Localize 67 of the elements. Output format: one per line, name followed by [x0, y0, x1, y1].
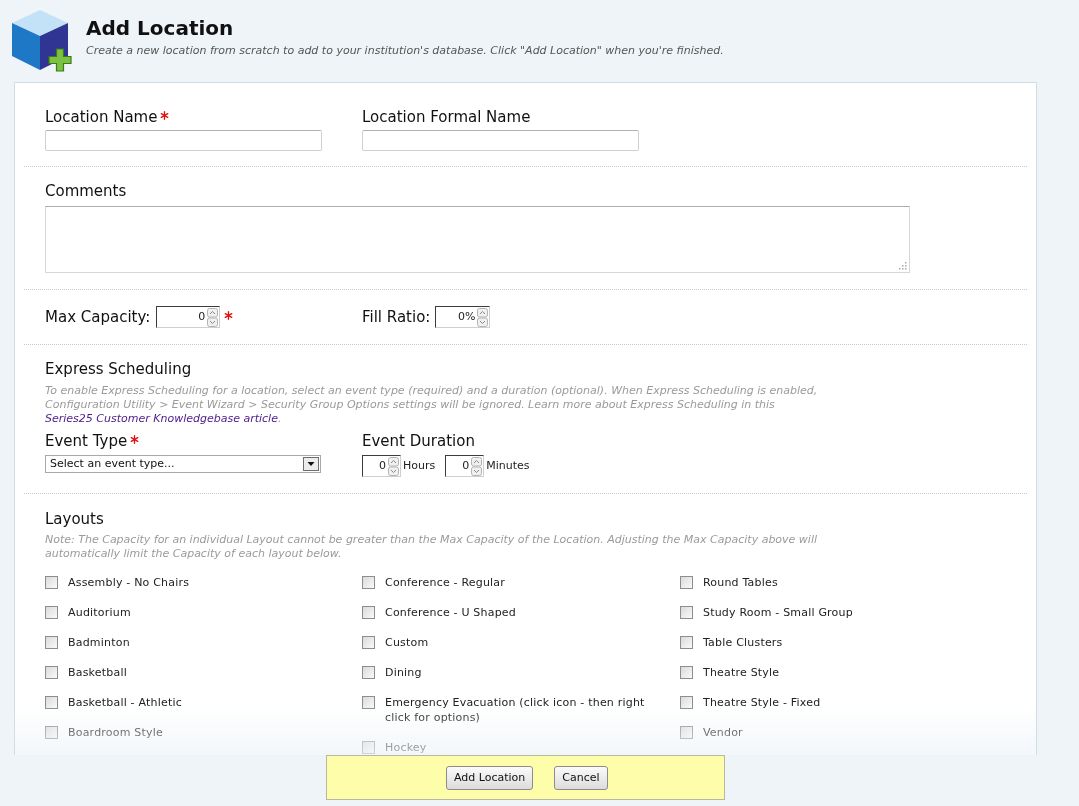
field-label: Comments [45, 183, 127, 199]
express-scheduling-note: To enable Express Scheduling for a location, select an event type (required) and a duration (optional). When Express Scheduling is enabled, Configuration Utility > Event Wizard > Security Group Options settings will be ignored. Learn more about Express Scheduling in this Series25 Customer Knowledgebase article. [45, 384, 819, 426]
checkbox-label[interactable]: Basketball - Athletic [68, 695, 182, 710]
field-label: Max Capacity: [45, 309, 151, 325]
number-spinner[interactable]: 0 [362, 455, 401, 477]
text-field[interactable] [45, 130, 322, 151]
checkbox[interactable] [362, 576, 375, 589]
checkbox[interactable] [362, 606, 375, 619]
spin-arrows-icon[interactable] [388, 456, 399, 476]
checkbox-label[interactable]: Dining [385, 665, 422, 680]
checkbox-label[interactable]: Basketball [68, 665, 127, 680]
checkbox-label[interactable]: Custom [385, 635, 429, 650]
unit-label: Hours [403, 459, 436, 473]
page-subtitle: Create a new location from scratch to add to your institution's database. Click "Add Location" when you're finished. [86, 44, 724, 58]
checkbox[interactable] [45, 636, 58, 649]
checkbox-label[interactable]: Vendor [703, 725, 743, 740]
checkbox[interactable] [45, 606, 58, 619]
checkbox-label[interactable]: Round Tables [703, 575, 778, 590]
number-spinner[interactable]: 0% [435, 306, 491, 328]
spin-arrows-icon[interactable] [207, 307, 219, 327]
checkbox[interactable] [680, 576, 693, 589]
checkbox[interactable] [680, 606, 693, 619]
checkbox[interactable] [362, 696, 375, 709]
number-spinner[interactable]: 0 [445, 455, 485, 477]
layouts-note: Note: The Capacity for an individual Layout cannot be greater than the Max Capacity of the Location. Adjusting the Max Capacity above will automatically limit the Capacity of each layout below. [45, 533, 819, 561]
checkbox[interactable] [680, 726, 693, 739]
cube-add-icon [10, 8, 72, 72]
field-label: Location Formal Name [362, 109, 531, 125]
checkbox-label[interactable]: Badminton [68, 635, 130, 650]
checkbox-label[interactable]: Conference - U Shaped [385, 605, 516, 620]
spin-arrows-icon[interactable] [471, 456, 483, 476]
checkbox-label[interactable]: Conference - Regular [385, 575, 505, 590]
checkbox[interactable] [45, 696, 58, 709]
action-button[interactable]: Cancel [554, 766, 608, 790]
field-label: Event Type [45, 433, 128, 449]
checkbox[interactable] [680, 696, 693, 709]
action-button[interactable]: Add Location [446, 766, 534, 790]
checkbox-label[interactable]: Emergency Evacuation (click icon - then right click for options) [385, 695, 667, 725]
checkbox[interactable] [680, 666, 693, 679]
checkbox-label[interactable]: Assembly - No Chairs [68, 575, 190, 590]
checkbox-label[interactable]: Theatre Style - Fixed [703, 695, 821, 710]
checkbox[interactable] [362, 666, 375, 679]
checkbox-label[interactable]: Theatre Style [703, 665, 780, 680]
text-field[interactable] [362, 130, 639, 151]
knowledgebase-link[interactable]: Series25 Customer Knowledgebase article [45, 412, 278, 425]
field-label: Fill Ratio: [362, 309, 431, 325]
spin-arrows-icon[interactable] [477, 307, 489, 327]
checkbox-label[interactable]: Table Clusters [703, 635, 783, 650]
checkbox[interactable] [680, 636, 693, 649]
section-heading: Express Scheduling [45, 361, 192, 377]
event-type-dropdown[interactable]: Select an event type... [45, 455, 321, 473]
comments-field[interactable] [45, 206, 910, 273]
section-heading: Layouts [45, 511, 104, 527]
resize-grip-icon[interactable] [899, 262, 907, 270]
unit-label: Minutes [486, 459, 530, 473]
field-label: Location Name [45, 109, 158, 125]
checkbox[interactable] [45, 576, 58, 589]
checkbox-label[interactable]: Study Room - Small Group [703, 605, 853, 620]
checkbox[interactable] [362, 741, 375, 754]
field-label: Event Duration [362, 433, 475, 449]
checkbox[interactable] [45, 666, 58, 679]
checkbox[interactable] [45, 726, 58, 739]
page-title: Add Location [86, 16, 234, 40]
checkbox-label[interactable]: Auditorium [68, 605, 131, 620]
number-spinner[interactable]: 0 [156, 306, 221, 328]
checkbox-label[interactable]: Boardroom Style [68, 725, 163, 740]
checkbox[interactable] [362, 636, 375, 649]
